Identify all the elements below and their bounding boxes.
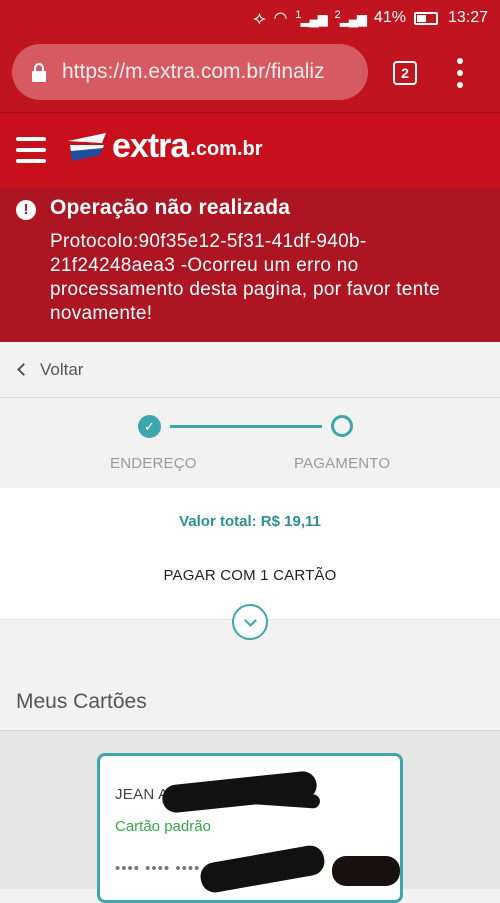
site-header: extra .com.br — [0, 112, 500, 188]
url-text: https://m.extra.com.br/finaliz — [62, 60, 325, 83]
lock-icon — [32, 62, 46, 82]
signal-sim1-icon: 1▂▄▆ — [295, 8, 327, 27]
alert-title: Operação não realizada — [50, 196, 291, 219]
alert-message: Protocolo:90f35e12-5f31-41df-940b-21f242… — [50, 231, 440, 324]
saved-card[interactable]: JEAN A Cartão padrão •••• •••• •••• — [97, 753, 403, 903]
url-field[interactable]: https://m.extra.com.br/finaliz — [12, 44, 368, 100]
back-label: Voltar — [40, 359, 84, 379]
alert-icon: ! — [16, 200, 36, 220]
redaction-mark — [198, 843, 327, 895]
battery-icon — [413, 11, 438, 25]
step-connector — [170, 425, 322, 428]
step-label-payment: PAGAMENTO — [294, 455, 391, 472]
checkout-steps: ✓ ENDEREÇO PAGAMENTO — [0, 398, 500, 488]
check-icon: ✓ — [138, 415, 161, 438]
tab-switcher-button[interactable]: 2 — [393, 61, 417, 85]
payment-mode[interactable]: PAGAR COM 1 CARTÃO — [0, 567, 500, 584]
status-bar: ⟡ ◠ 1▂▄▆ 2▂▄▆ 41% 13:27 — [0, 0, 500, 36]
expand-chevron-down-icon[interactable] — [232, 604, 268, 640]
nfc-icon: ⟡ — [253, 7, 266, 28]
chevron-left-icon — [17, 363, 30, 376]
signal-sim2-icon: 2▂▄▆ — [334, 8, 367, 27]
browser-menu-icon[interactable] — [456, 58, 464, 88]
logo-flag-icon — [68, 132, 106, 161]
card-number: •••• •••• •••• — [115, 860, 201, 877]
error-alert: ! Operação não realizada Protocolo:90f35… — [0, 188, 500, 342]
wifi-icon: ◠ — [273, 10, 288, 27]
clock: 13:27 — [447, 9, 488, 26]
step-label-address: ENDEREÇO — [110, 455, 197, 472]
step-pending-icon — [331, 415, 353, 437]
logo-domain: .com.br — [190, 138, 263, 160]
battery-percent: 41% — [373, 9, 406, 26]
payment-summary: Valor total: R$ 19,11 PAGAR COM 1 CARTÃO — [0, 488, 500, 620]
cards-section-title: Meus Cartões — [16, 690, 147, 713]
card-holder-name: JEAN A — [115, 786, 169, 803]
card-default-badge: Cartão padrão — [115, 818, 211, 835]
back-link[interactable]: Voltar — [0, 342, 500, 398]
browser-toolbar: https://m.extra.com.br/finaliz 2 — [0, 36, 500, 112]
hamburger-menu-icon[interactable] — [16, 137, 46, 163]
logo-text: extra — [112, 127, 189, 165]
total-value: Valor total: R$ 19,11 — [179, 513, 321, 530]
redaction-mark — [332, 856, 400, 886]
site-logo[interactable]: extra .com.br — [66, 127, 263, 166]
cards-list: JEAN A Cartão padrão •••• •••• •••• — [0, 730, 500, 903]
